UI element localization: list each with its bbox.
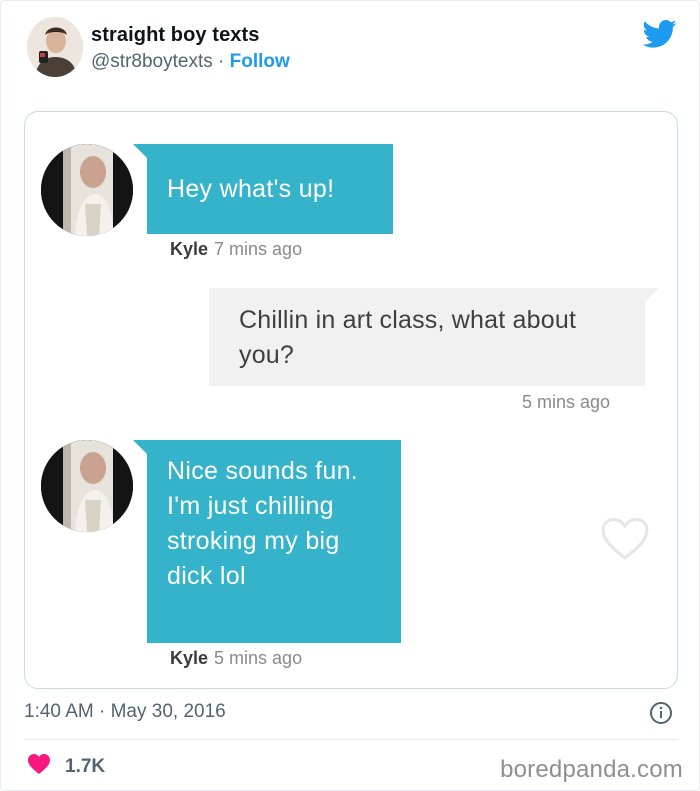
sender-avatar (41, 144, 133, 236)
message-meta: 5 mins ago (522, 392, 610, 413)
follow-button[interactable]: Follow (230, 51, 290, 72)
tweet-timestamp[interactable]: 1:40 AM · May 30, 2016 (24, 701, 226, 723)
sender-avatar (41, 440, 133, 532)
tweet-media-card[interactable]: Hey what's up! Kyle 7 mins ago Chillin in… (24, 111, 678, 689)
message-text: Hey what's up! (167, 175, 335, 203)
heart-outline-icon[interactable] (600, 517, 650, 561)
incoming-message-bubble: Nice sounds fun. I'm just chilling strok… (133, 440, 401, 643)
like-button[interactable]: 1.7K (27, 753, 105, 780)
message-sender: Kyle (170, 239, 209, 259)
like-count: 1.7K (65, 755, 106, 777)
handle-separator: · (218, 51, 225, 72)
message-meta: Kyle 7 mins ago (170, 239, 302, 260)
message-time: 7 mins ago (214, 239, 303, 259)
footer-divider (24, 739, 678, 740)
tweet-card: straight boy texts @str8boytexts · Follo… (0, 0, 700, 791)
outgoing-message-bubble: Chillin in art class, what about you? (209, 288, 659, 386)
message-time: 5 mins ago (214, 648, 303, 668)
author-avatar[interactable] (27, 17, 83, 77)
author-handle[interactable]: @str8boytexts (91, 51, 213, 72)
message-text: Chillin in art class, what about you? (239, 306, 577, 369)
twitter-logo-icon[interactable] (642, 19, 677, 49)
message-sender: Kyle (170, 648, 209, 668)
info-icon[interactable] (649, 701, 673, 725)
boredpanda-watermark: boredpanda.com (500, 756, 683, 783)
heart-icon (27, 753, 51, 780)
author-display-name[interactable]: straight boy texts (91, 24, 260, 47)
message-text: Nice sounds fun. I'm just chilling strok… (167, 457, 359, 590)
author-handle-row: @str8boytexts · Follow (91, 51, 290, 73)
message-meta: Kyle 5 mins ago (170, 648, 302, 669)
incoming-message-bubble: Hey what's up! (133, 144, 393, 234)
message-time: 5 mins ago (522, 392, 611, 412)
